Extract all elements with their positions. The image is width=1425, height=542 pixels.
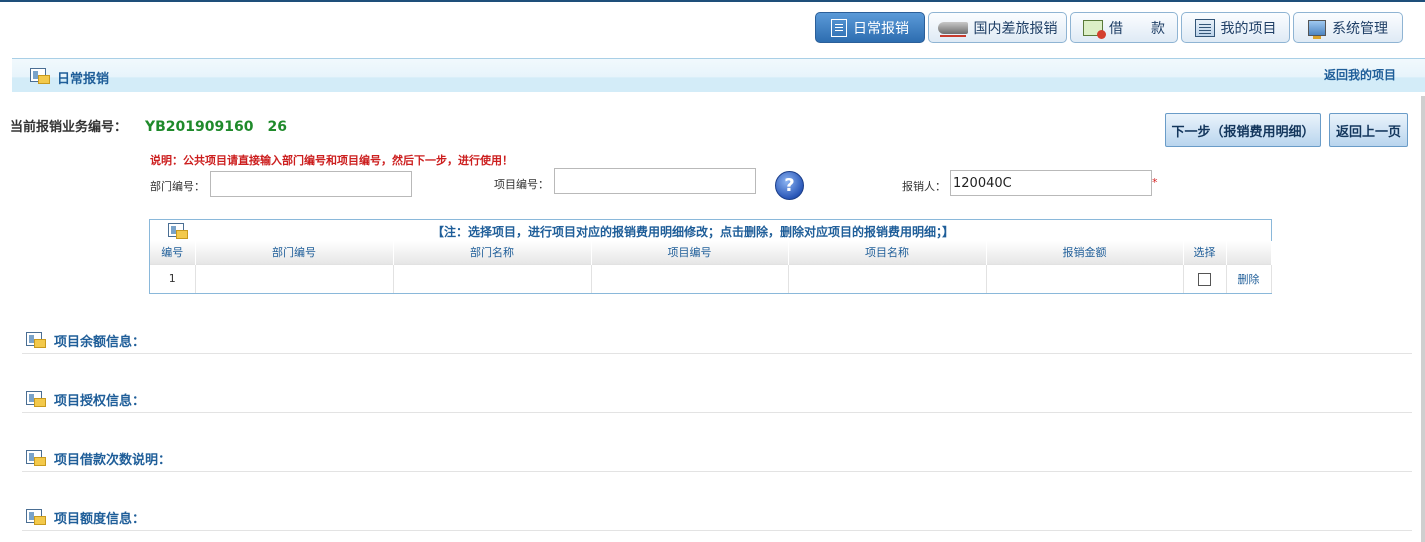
column-header: 部门编号 bbox=[195, 241, 394, 264]
dept-code-label: 部门编号： bbox=[150, 180, 205, 193]
table-header-bar: 【注：选择项目，进行项目对应的报销费用明细修改；点击删除，删除对应项目的报销费用… bbox=[150, 220, 1271, 241]
column-header: 项目名称 bbox=[788, 241, 987, 264]
section-label: 项目授权信息： bbox=[54, 394, 146, 409]
section-label: 项目借款次数说明： bbox=[54, 453, 172, 468]
table-header-row: 编号 部门编号 部门名称 项目编号 项目名称 报销金额 选择 bbox=[150, 241, 1272, 264]
tab-loan[interactable]: 借 款 bbox=[1070, 12, 1178, 43]
action-cell: 删除 bbox=[1226, 263, 1272, 293]
tab-domestic-travel[interactable]: 国内差旅报销 bbox=[928, 12, 1067, 43]
instruction-note: 说明：公共项目请直接输入部门编号和项目编号，然后下一步，进行使用！ bbox=[150, 154, 513, 167]
tab-label: 我的项目 bbox=[1220, 20, 1277, 37]
next-step-button[interactable]: 下一步（报销费用明细） bbox=[1165, 113, 1321, 147]
reimburser-input[interactable] bbox=[950, 170, 1152, 196]
current-number-value: YB201909160 26 bbox=[145, 119, 287, 135]
project-code-input[interactable] bbox=[554, 168, 756, 194]
form-icon bbox=[30, 68, 50, 84]
select-checkbox[interactable] bbox=[1198, 272, 1211, 286]
delete-link[interactable]: 删除 bbox=[1238, 273, 1260, 286]
column-header bbox=[1226, 241, 1272, 264]
document-icon bbox=[831, 18, 847, 37]
table-note: 【注：选择项目，进行项目对应的报销费用明细修改；点击删除，删除对应项目的报销费用… bbox=[432, 225, 955, 239]
column-header: 部门名称 bbox=[393, 241, 592, 264]
amount-cell bbox=[986, 263, 1184, 293]
column-header: 报销金额 bbox=[986, 241, 1184, 264]
column-header: 项目编号 bbox=[591, 241, 789, 264]
section-label: 项目额度信息： bbox=[54, 512, 146, 527]
money-icon bbox=[1083, 19, 1106, 39]
section-title: 日常报销 bbox=[57, 72, 110, 87]
form-icon bbox=[26, 450, 46, 466]
project-table: 编号 部门编号 部门名称 项目编号 项目名称 报销金额 选择 1 删除 bbox=[150, 241, 1272, 293]
tab-my-projects[interactable]: 我的项目 bbox=[1181, 12, 1290, 43]
project-balance-section: 项目余额信息： bbox=[22, 330, 1412, 354]
tab-system-admin[interactable]: 系统管理 bbox=[1293, 12, 1403, 43]
tab-daily-reimbursement[interactable]: 日常报销 bbox=[815, 12, 925, 43]
current-number-label: 当前报销业务编号： bbox=[10, 120, 128, 135]
row-number: 1 bbox=[150, 263, 196, 293]
project-name-cell bbox=[788, 263, 987, 293]
project-loan-count-section: 项目借款次数说明： bbox=[22, 448, 1412, 472]
form-icon bbox=[26, 391, 46, 407]
list-icon bbox=[1194, 18, 1215, 37]
column-header: 选择 bbox=[1183, 241, 1227, 264]
dept-code-input[interactable] bbox=[210, 171, 412, 197]
project-quota-section: 项目额度信息： bbox=[22, 507, 1412, 531]
project-authorization-section: 项目授权信息： bbox=[22, 389, 1412, 413]
vertical-scrollbar[interactable] bbox=[1421, 96, 1425, 542]
tab-label: 借 款 bbox=[1109, 20, 1165, 37]
dept-code-cell bbox=[195, 263, 394, 293]
column-header: 编号 bbox=[150, 241, 196, 264]
tab-label: 国内差旅报销 bbox=[973, 20, 1058, 37]
select-cell bbox=[1183, 263, 1227, 293]
section-header: 日常报销 返回我的项目 bbox=[12, 58, 1425, 92]
top-border bbox=[0, 0, 1425, 2]
project-code-cell bbox=[591, 263, 789, 293]
help-icon[interactable]: ? bbox=[775, 171, 804, 200]
tab-label: 日常报销 bbox=[853, 20, 909, 37]
form-icon bbox=[26, 509, 46, 525]
train-icon bbox=[937, 21, 968, 37]
form-icon bbox=[168, 223, 188, 239]
required-mark: * bbox=[1152, 176, 1158, 189]
project-table-panel: 【注：选择项目，进行项目对应的报销费用明细修改；点击删除，删除对应项目的报销费用… bbox=[149, 219, 1272, 294]
table-row[interactable]: 1 删除 bbox=[150, 263, 1272, 293]
reimburser-label: 报销人： bbox=[902, 180, 946, 193]
computer-icon bbox=[1308, 19, 1326, 39]
tab-label: 系统管理 bbox=[1332, 20, 1388, 37]
dept-name-cell bbox=[393, 263, 592, 293]
form-icon bbox=[26, 332, 46, 348]
section-label: 项目余额信息： bbox=[54, 335, 146, 350]
back-button[interactable]: 返回上一页 bbox=[1329, 113, 1408, 147]
back-to-my-projects-link[interactable]: 返回我的项目 bbox=[1324, 66, 1396, 83]
project-code-label: 项目编号： bbox=[494, 178, 549, 191]
